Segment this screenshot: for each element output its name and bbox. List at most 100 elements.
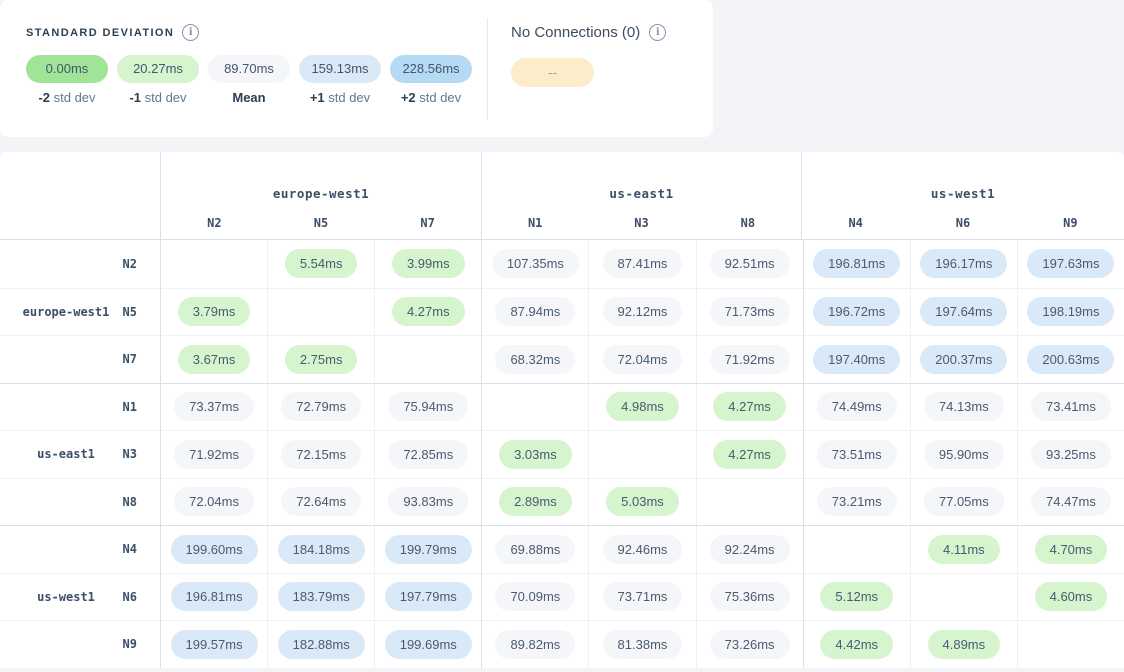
latency-value-pill[interactable]: 93.83ms [388, 487, 468, 516]
latency-cell[interactable]: 3.03ms [481, 430, 588, 478]
latency-value-pill[interactable]: 183.79ms [278, 582, 365, 611]
latency-value-pill[interactable]: 182.88ms [278, 630, 365, 659]
latency-value-pill[interactable]: 184.18ms [278, 535, 365, 564]
column-node-label[interactable]: N3 [588, 216, 694, 230]
latency-cell[interactable]: 73.71ms [588, 573, 695, 621]
row-region-label[interactable]: us-east1 [0, 431, 132, 478]
latency-value-pill[interactable]: 200.63ms [1027, 345, 1114, 374]
latency-cell[interactable]: 200.37ms [910, 335, 1017, 383]
latency-cell[interactable]: 77.05ms [910, 478, 1017, 526]
latency-value-pill[interactable]: 72.64ms [281, 487, 361, 516]
latency-value-pill[interactable]: 196.81ms [813, 249, 900, 278]
latency-value-pill[interactable]: 73.51ms [817, 440, 897, 469]
latency-cell[interactable]: 3.67ms [160, 335, 267, 383]
latency-value-pill[interactable]: 3.67ms [178, 345, 251, 374]
latency-cell[interactable]: 5.54ms [267, 240, 374, 288]
latency-cell[interactable]: 196.72ms [803, 288, 910, 336]
latency-cell[interactable]: 200.63ms [1017, 335, 1124, 383]
latency-value-pill[interactable]: 107.35ms [492, 249, 579, 278]
latency-cell[interactable]: 72.15ms [267, 430, 374, 478]
latency-value-pill[interactable]: 87.41ms [603, 249, 683, 278]
latency-cell[interactable]: 73.26ms [696, 620, 803, 668]
latency-cell[interactable]: 74.47ms [1017, 478, 1124, 526]
latency-cell[interactable]: 95.90ms [910, 430, 1017, 478]
row-node-label[interactable]: N3 [123, 431, 137, 478]
latency-value-pill[interactable]: 77.05ms [924, 487, 1004, 516]
latency-cell[interactable]: 93.25ms [1017, 430, 1124, 478]
latency-cell[interactable]: 197.64ms [910, 288, 1017, 336]
latency-cell[interactable]: 81.38ms [588, 620, 695, 668]
latency-cell[interactable]: 72.85ms [374, 430, 481, 478]
latency-value-pill[interactable]: 73.71ms [603, 582, 683, 611]
latency-cell[interactable]: 4.27ms [696, 383, 803, 431]
latency-value-pill[interactable]: 73.37ms [174, 392, 254, 421]
latency-cell[interactable]: 182.88ms [267, 620, 374, 668]
latency-cell[interactable]: 199.79ms [374, 525, 481, 573]
latency-value-pill[interactable]: 4.70ms [1035, 535, 1108, 564]
latency-cell[interactable]: 183.79ms [267, 573, 374, 621]
latency-value-pill[interactable]: 4.89ms [928, 630, 1001, 659]
latency-cell[interactable]: 73.41ms [1017, 383, 1124, 431]
latency-cell[interactable]: 74.13ms [910, 383, 1017, 431]
latency-value-pill[interactable]: 92.51ms [710, 249, 790, 278]
row-node-label[interactable]: N5 [123, 289, 137, 336]
row-node-label[interactable]: N1 [123, 384, 137, 431]
latency-value-pill[interactable]: 3.03ms [499, 440, 572, 469]
latency-value-pill[interactable]: 4.60ms [1035, 582, 1108, 611]
latency-value-pill[interactable]: 73.41ms [1031, 392, 1111, 421]
column-node-label[interactable]: N8 [695, 216, 801, 230]
latency-value-pill[interactable]: 74.49ms [817, 392, 897, 421]
latency-value-pill[interactable]: 3.79ms [178, 297, 251, 326]
latency-value-pill[interactable]: 5.03ms [606, 487, 679, 516]
latency-value-pill[interactable]: 4.27ms [392, 297, 465, 326]
column-region-label[interactable]: us-east1 [482, 186, 801, 201]
latency-cell[interactable]: 4.27ms [696, 430, 803, 478]
latency-cell[interactable]: 71.92ms [696, 335, 803, 383]
latency-value-pill[interactable]: 69.88ms [495, 535, 575, 564]
latency-cell[interactable]: 73.51ms [803, 430, 910, 478]
latency-cell[interactable]: 72.64ms [267, 478, 374, 526]
latency-value-pill[interactable]: 200.37ms [920, 345, 1007, 374]
latency-value-pill[interactable]: 73.26ms [710, 630, 790, 659]
latency-cell[interactable]: 87.94ms [481, 288, 588, 336]
latency-cell[interactable]: 71.73ms [696, 288, 803, 336]
info-icon[interactable]: i [182, 24, 199, 41]
latency-cell[interactable]: 4.60ms [1017, 573, 1124, 621]
latency-value-pill[interactable]: 92.12ms [603, 297, 683, 326]
column-region-label[interactable]: europe-west1 [161, 186, 481, 201]
column-node-label[interactable]: N7 [374, 216, 481, 230]
latency-value-pill[interactable]: 75.94ms [388, 392, 468, 421]
column-node-label[interactable]: N6 [909, 216, 1016, 230]
latency-cell[interactable]: 73.21ms [803, 478, 910, 526]
latency-cell[interactable]: 197.63ms [1017, 240, 1124, 288]
latency-cell[interactable]: 199.57ms [160, 620, 267, 668]
latency-cell[interactable]: 73.37ms [160, 383, 267, 431]
latency-cell[interactable]: 4.42ms [803, 620, 910, 668]
latency-cell[interactable]: 72.04ms [588, 335, 695, 383]
latency-value-pill[interactable]: 3.99ms [392, 249, 465, 278]
latency-value-pill[interactable]: 196.17ms [920, 249, 1007, 278]
latency-value-pill[interactable]: 4.27ms [713, 392, 786, 421]
latency-value-pill[interactable]: 199.69ms [385, 630, 472, 659]
latency-value-pill[interactable]: 92.46ms [603, 535, 683, 564]
latency-value-pill[interactable]: 4.27ms [713, 440, 786, 469]
latency-cell[interactable]: 71.92ms [160, 430, 267, 478]
column-node-label[interactable]: N1 [482, 216, 588, 230]
latency-cell[interactable]: 4.11ms [910, 525, 1017, 573]
row-region-label[interactable]: europe-west1 [0, 289, 132, 336]
latency-value-pill[interactable]: 92.24ms [710, 535, 790, 564]
latency-value-pill[interactable]: 197.64ms [920, 297, 1007, 326]
latency-cell[interactable]: 199.69ms [374, 620, 481, 668]
latency-value-pill[interactable]: 68.32ms [495, 345, 575, 374]
latency-cell[interactable]: 87.41ms [588, 240, 695, 288]
column-node-label[interactable]: N2 [161, 216, 268, 230]
latency-cell[interactable]: 2.89ms [481, 478, 588, 526]
latency-value-pill[interactable]: 2.89ms [499, 487, 572, 516]
latency-value-pill[interactable]: 197.79ms [385, 582, 472, 611]
row-node-label[interactable]: N4 [123, 526, 137, 573]
row-node-label[interactable]: N2 [123, 240, 137, 288]
latency-value-pill[interactable]: 198.19ms [1027, 297, 1114, 326]
latency-value-pill[interactable]: 196.72ms [813, 297, 900, 326]
latency-value-pill[interactable]: 72.04ms [603, 345, 683, 374]
latency-value-pill[interactable]: 72.85ms [388, 440, 468, 469]
